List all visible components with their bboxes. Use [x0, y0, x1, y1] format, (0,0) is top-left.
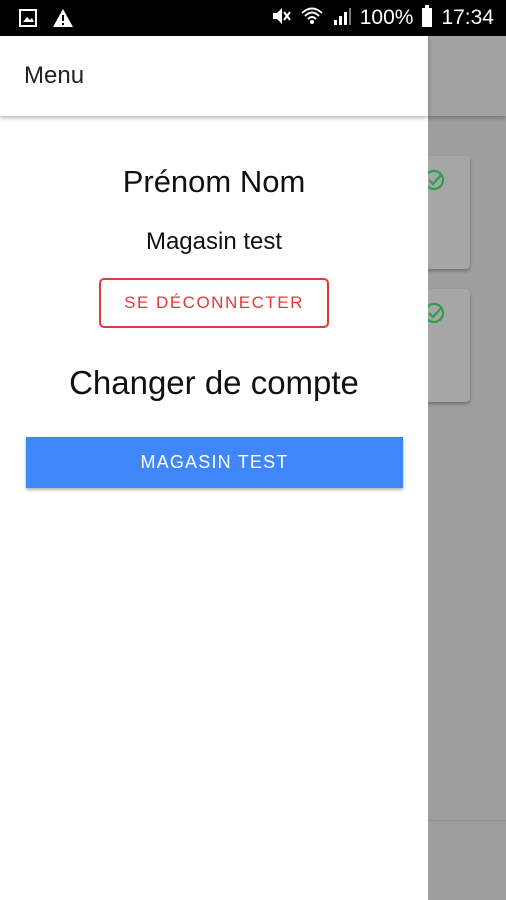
- background-divider: [428, 820, 506, 821]
- status-bar: 100% 17:34: [0, 0, 506, 36]
- battery-icon: [421, 4, 433, 32]
- clock: 17:34: [441, 6, 494, 29]
- current-store-name: Magasin test: [145, 228, 283, 255]
- user-name: Prénom Nom: [122, 164, 306, 199]
- image-icon: [18, 8, 38, 33]
- mute-icon: [270, 5, 292, 32]
- navigation-drawer: Menu Prénom Nom Magasin test SE DÉCONNEC…: [0, 36, 428, 900]
- wifi-icon: [300, 5, 324, 32]
- logout-button[interactable]: SE DÉCONNECTER: [99, 278, 329, 328]
- warning-icon: [52, 8, 74, 33]
- signal-icon: [332, 6, 352, 31]
- battery-percent: 100%: [359, 6, 414, 29]
- drawer-header: Menu: [0, 36, 428, 116]
- account-button-magasin-test[interactable]: MAGASIN TEST: [26, 437, 403, 488]
- drawer-title: Menu: [24, 62, 85, 89]
- switch-account-title: Changer de compte: [69, 364, 359, 401]
